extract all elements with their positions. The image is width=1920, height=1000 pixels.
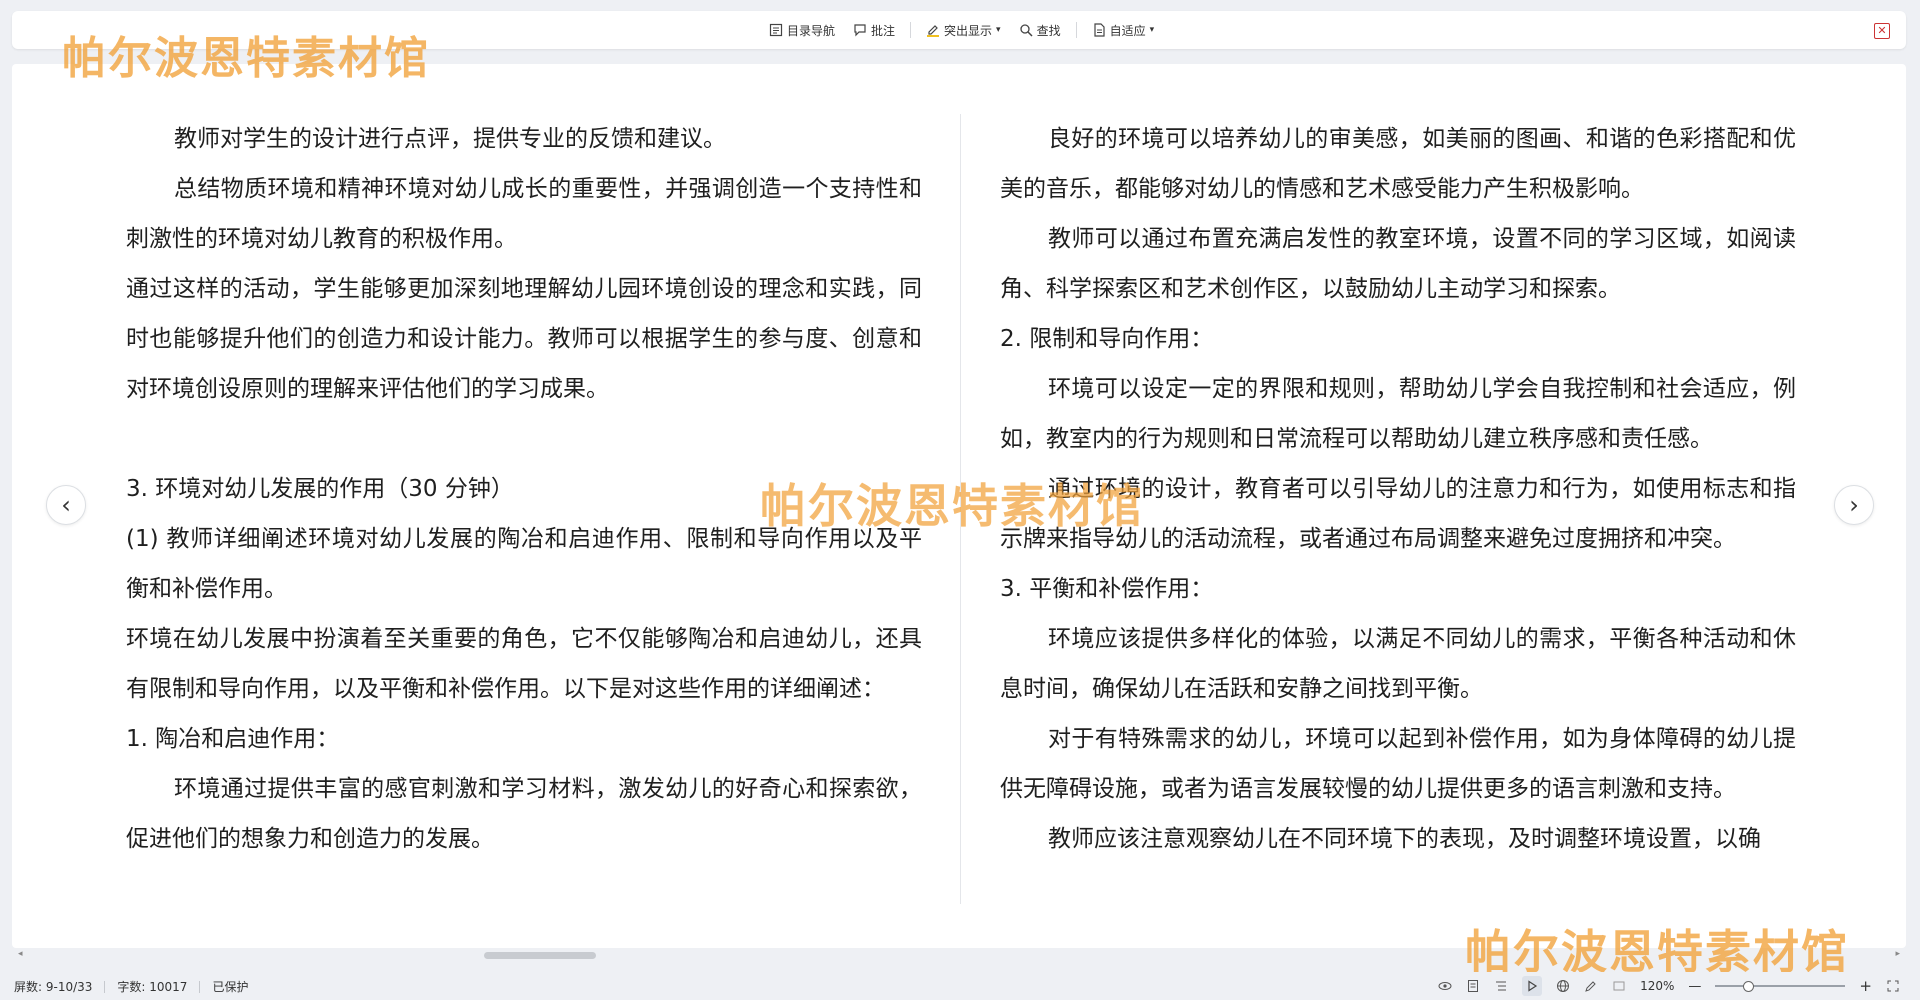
watermark: 帕尔波恩特素材馆 xyxy=(760,479,1144,533)
chevron-down-icon: ▾ xyxy=(1149,25,1155,35)
zoom-level[interactable]: 120% xyxy=(1640,979,1674,993)
scroll-right-icon[interactable]: ▸ xyxy=(1895,949,1900,959)
paragraph xyxy=(126,414,922,464)
fullscreen-icon[interactable] xyxy=(1886,979,1900,993)
comment-button[interactable]: 批注 xyxy=(846,19,902,42)
web-view-icon[interactable] xyxy=(1556,979,1570,993)
play-icon[interactable] xyxy=(1522,976,1543,996)
protected-status: 已保护 xyxy=(212,980,249,994)
paragraph: 环境应该提供多样化的体验，以满足不同幼儿的需求，平衡各种活动和休息时间，确保幼儿… xyxy=(1000,626,1796,702)
comment-label: 批注 xyxy=(871,23,896,38)
status-divider xyxy=(104,980,106,993)
chevron-down-icon: ▾ xyxy=(996,25,1001,35)
toc-button[interactable]: 目录导航 xyxy=(762,19,842,42)
search-icon xyxy=(1019,24,1033,37)
chevron-left-icon: ‹ xyxy=(61,491,71,519)
paragraph: 教师可以通过布置充满启发性的教室环境，设置不同的学习区域，如阅读角、科学探索区和… xyxy=(1000,226,1796,302)
paragraph: 1. 陶冶和启迪作用： xyxy=(126,726,340,752)
paragraph: 教师对学生的设计进行点评，提供专业的反馈和建议。 xyxy=(174,126,726,152)
page-view-icon[interactable] xyxy=(1466,979,1480,993)
next-page-button[interactable]: › xyxy=(1834,485,1874,525)
zoom-slider[interactable] xyxy=(1715,979,1846,993)
chevron-right-icon: › xyxy=(1849,491,1859,519)
fit-page-label: 自适应 xyxy=(1109,23,1146,38)
status-divider xyxy=(199,980,201,993)
highlight-button[interactable]: 突出显示 ▾ xyxy=(919,19,1008,42)
paragraph: 对于有特殊需求的幼儿，环境可以起到补偿作用，如为身体障碍的幼儿提供无障碍设施，或… xyxy=(1000,726,1796,802)
search-button[interactable]: 查找 xyxy=(1012,19,1068,42)
paragraph: 环境可以设定一定的界限和规则，帮助幼儿学会自我控制和社会适应，例如，教室内的行为… xyxy=(1000,376,1796,452)
paragraph: 教师应该注意观察幼儿在不同环境下的表现，及时调整环境设置，以确 xyxy=(1048,826,1761,852)
status-right: 120% — + xyxy=(1438,976,1900,996)
fit-page-button[interactable]: 自适应 ▾ xyxy=(1085,19,1162,42)
toolbar-divider xyxy=(910,22,912,38)
zoom-in-button[interactable]: + xyxy=(1859,977,1872,995)
zoom-out-button[interactable]: — xyxy=(1688,979,1701,994)
word-count[interactable]: 字数: 10017 xyxy=(117,978,187,995)
search-label: 查找 xyxy=(1036,23,1061,38)
toc-icon xyxy=(769,23,783,37)
zoom-track xyxy=(1715,985,1846,987)
prev-page-button[interactable]: ‹ xyxy=(46,485,86,525)
paragraph: 总结物质环境和精神环境对幼儿成长的重要性，并强调创造一个支持性和刺激性的环境对幼… xyxy=(126,176,922,252)
zoom-knob[interactable] xyxy=(1743,981,1755,992)
paragraph: 环境通过提供丰富的感官刺激和学习材料，激发幼儿的好奇心和探索欲，促进他们的想象力… xyxy=(126,776,922,852)
toc-label: 目录导航 xyxy=(787,23,836,38)
paragraph: 3. 平衡和补偿作用： xyxy=(1000,576,1214,602)
paragraph: 通过这样的活动，学生能够更加深刻地理解幼儿园环境创设的理念和实践，同时也能够提升… xyxy=(126,276,922,402)
highlight-icon xyxy=(927,25,940,37)
status-left: 屏数: 9-10/33 字数: 10017 已保护 xyxy=(14,978,248,995)
toolbar-divider xyxy=(1075,22,1077,38)
fit-width-icon[interactable] xyxy=(1612,979,1626,993)
highlight-label: 突出显示 xyxy=(944,23,993,38)
comment-icon xyxy=(854,24,866,37)
fit-page-icon xyxy=(1093,23,1105,37)
scrollbar-thumb[interactable] xyxy=(484,952,596,959)
toolbar-group: 目录导航 批注 突出显示 ▾ 查找 自适应 ▾ xyxy=(762,11,1161,49)
paragraph: 环境在幼儿发展中扮演着至关重要的角色，它不仅能够陶冶和启迪幼儿，还具有限制和导向… xyxy=(126,626,922,702)
eye-icon[interactable] xyxy=(1438,979,1452,993)
close-icon[interactable]: ✕ xyxy=(1874,23,1890,39)
watermark: 帕尔波恩特素材馆 xyxy=(62,33,430,84)
paragraph: 良好的环境可以培养幼儿的审美感，如美丽的图画、和谐的色彩搭配和优美的音乐，都能够… xyxy=(1000,126,1796,202)
status-bar: 屏数: 9-10/33 字数: 10017 已保护 120% — + xyxy=(0,972,1920,1000)
outline-view-icon[interactable] xyxy=(1494,979,1508,993)
paragraph: 2. 限制和导向作用： xyxy=(1000,326,1214,352)
scroll-left-icon[interactable]: ◂ xyxy=(18,949,23,959)
page-count: 屏数: 9-10/33 xyxy=(14,980,93,994)
pen-icon[interactable] xyxy=(1584,979,1598,993)
